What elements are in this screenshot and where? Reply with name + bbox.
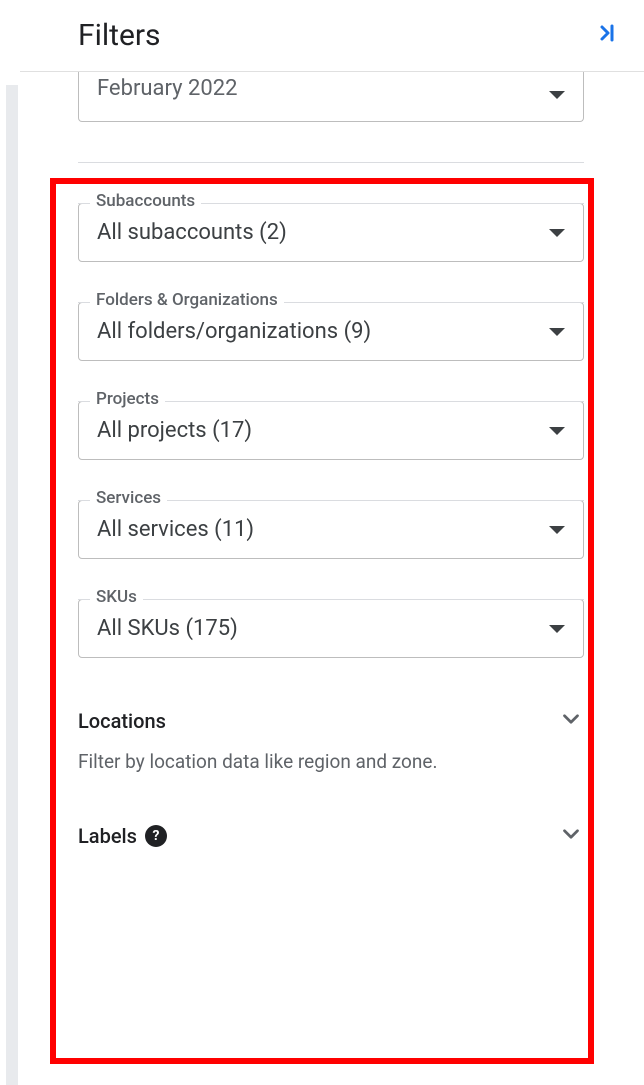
subaccounts-value: All subaccounts (2): [97, 220, 287, 245]
chevron-down-icon: [558, 706, 584, 736]
folders-label: Folders & Organizations: [90, 290, 284, 310]
services-select[interactable]: All services (11): [78, 500, 584, 559]
locations-description: Filter by location data like region and …: [78, 750, 584, 773]
chevron-down-icon: [549, 526, 565, 534]
projects-filter: Projects All projects (17): [78, 401, 584, 460]
filters-header: Filters: [0, 0, 644, 72]
projects-label: Projects: [90, 389, 165, 409]
services-label: Services: [90, 488, 167, 508]
filters-content: February 2022 Subaccounts All subaccount…: [0, 72, 644, 851]
services-value: All services (11): [97, 517, 254, 542]
locations-section[interactable]: Locations Filter by location data like r…: [78, 706, 584, 773]
labels-title: Labels ?: [78, 824, 167, 848]
divider: [78, 162, 584, 163]
chevron-down-icon: [549, 625, 565, 633]
help-icon[interactable]: ?: [145, 825, 167, 847]
legend-line: [78, 599, 584, 600]
chevron-down-icon: [558, 821, 584, 851]
skus-value: All SKUs (175): [97, 616, 238, 641]
labels-header: Labels ?: [78, 821, 584, 851]
time-range-select[interactable]: February 2022: [78, 72, 584, 122]
collapse-panel-icon[interactable]: [596, 21, 620, 51]
folders-filter: Folders & Organizations All folders/orga…: [78, 302, 584, 361]
skus-select[interactable]: All SKUs (175): [78, 599, 584, 658]
projects-select[interactable]: All projects (17): [78, 401, 584, 460]
skus-label: SKUs: [90, 587, 143, 607]
folders-select[interactable]: All folders/organizations (9): [78, 302, 584, 361]
chevron-down-icon: [549, 328, 565, 336]
subaccounts-label: Subaccounts: [90, 191, 201, 211]
skus-filter: SKUs All SKUs (175): [78, 599, 584, 658]
locations-header: Locations: [78, 706, 584, 736]
chevron-down-icon: [549, 229, 565, 237]
subaccounts-select[interactable]: All subaccounts (2): [78, 203, 584, 262]
page-title: Filters: [78, 18, 161, 53]
folders-value: All folders/organizations (9): [97, 319, 371, 344]
labels-section[interactable]: Labels ?: [78, 821, 584, 851]
labels-title-text: Labels: [78, 824, 137, 848]
locations-title: Locations: [78, 709, 166, 733]
chevron-down-icon: [549, 427, 565, 435]
time-range-value: February 2022: [97, 76, 237, 101]
projects-value: All projects (17): [97, 418, 252, 443]
subaccounts-filter: Subaccounts All subaccounts (2): [78, 203, 584, 262]
services-filter: Services All services (11): [78, 500, 584, 559]
chevron-down-icon: [549, 91, 565, 99]
